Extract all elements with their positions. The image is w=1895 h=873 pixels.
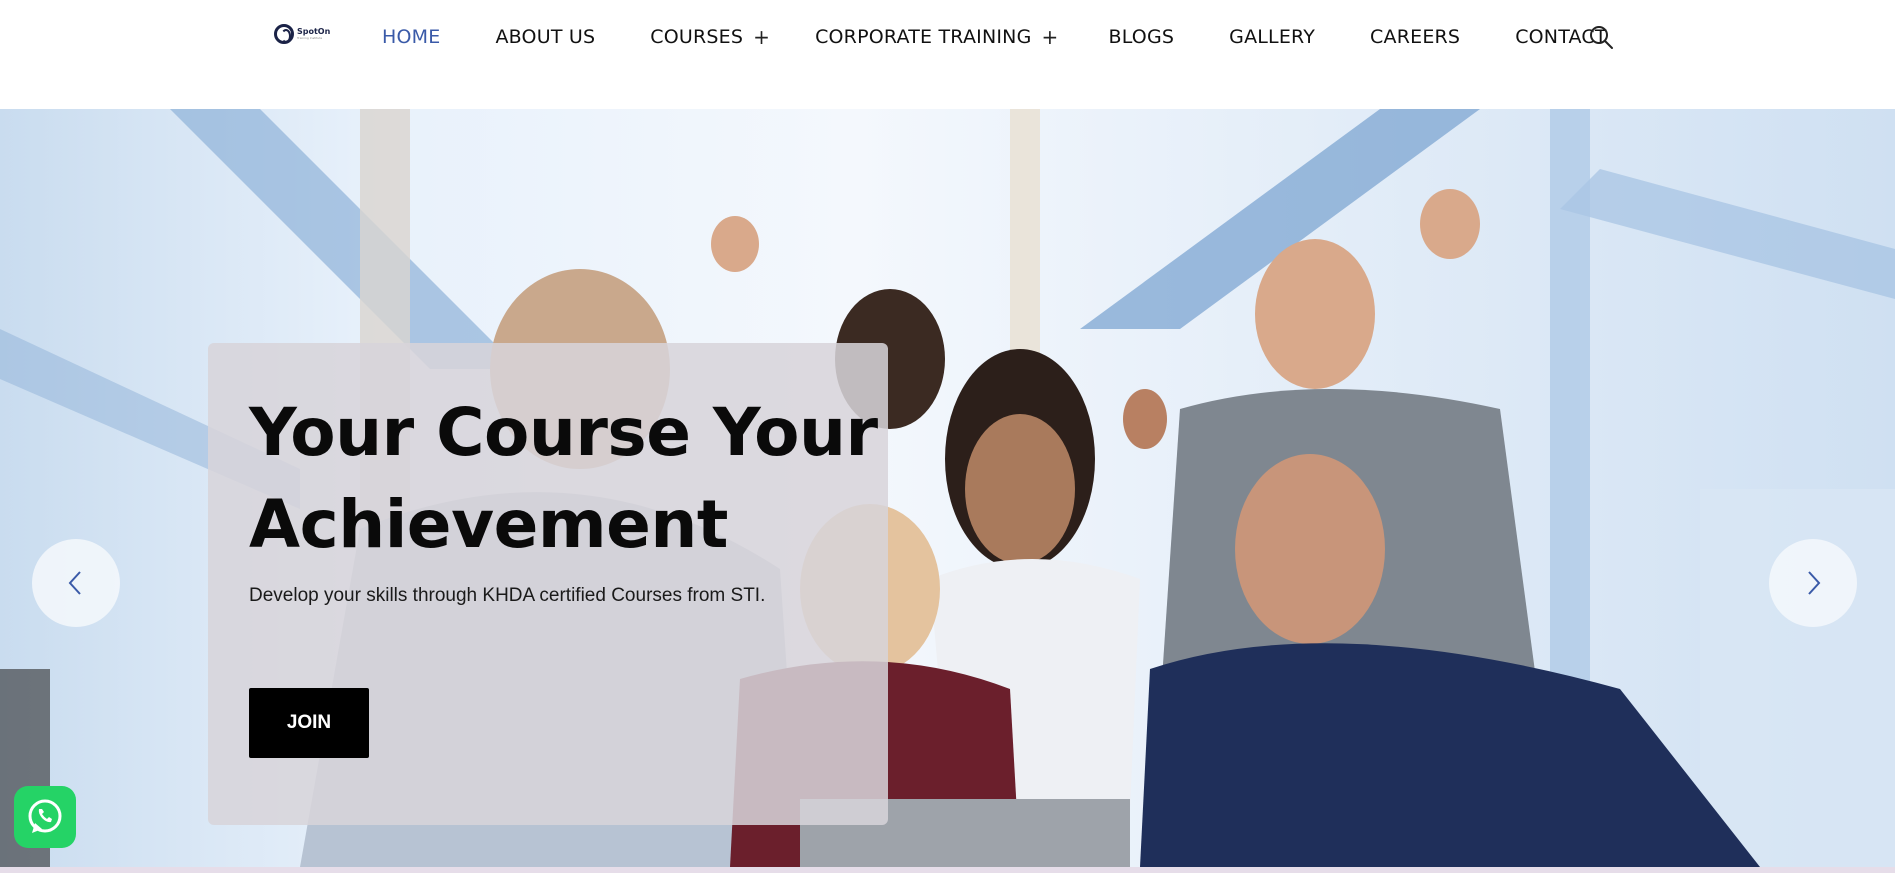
- search-button[interactable]: [1588, 24, 1614, 50]
- whatsapp-chat-button[interactable]: [14, 786, 76, 848]
- search-icon: [1590, 26, 1613, 49]
- submenu-plus-icon[interactable]: +: [1042, 25, 1059, 49]
- hero-caption-card: Your Course Your Achievement Develop you…: [208, 343, 888, 825]
- chevron-left-icon: [68, 571, 81, 595]
- main-nav: HOME ABOUT US COURSES + CORPORATE TRAINI…: [382, 22, 1607, 52]
- site-header: SpotOn Training Institute HOME ABOUT US …: [0, 0, 1895, 109]
- submenu-plus-icon[interactable]: +: [753, 25, 770, 49]
- hero-title-line-1: Your Course Your: [249, 394, 878, 471]
- slider-next-button[interactable]: [1769, 539, 1857, 627]
- nav-label: ABOUT US: [495, 26, 596, 48]
- nav-label: CAREERS: [1370, 26, 1461, 48]
- nav-label: HOME: [382, 26, 441, 48]
- slider-prev-button[interactable]: [32, 539, 120, 627]
- nav-item-about-us[interactable]: ABOUT US: [495, 26, 595, 48]
- page-bottom-strip: [0, 867, 1895, 873]
- nav-label: BLOGS: [1108, 26, 1175, 48]
- nav-item-corporate-training[interactable]: CORPORATE TRAINING +: [815, 25, 1058, 49]
- nav-item-gallery[interactable]: GALLERY: [1229, 26, 1315, 48]
- nav-label: COURSES: [650, 26, 744, 48]
- logo-wordmark: SpotOn Training Institute: [297, 28, 330, 40]
- logo-mark-icon: [274, 24, 294, 44]
- site-logo[interactable]: SpotOn Training Institute: [274, 22, 334, 46]
- nav-item-courses[interactable]: COURSES +: [650, 25, 770, 49]
- nav-item-careers[interactable]: CAREERS: [1370, 26, 1460, 48]
- nav-item-home[interactable]: HOME: [382, 26, 440, 48]
- nav-item-blogs[interactable]: BLOGS: [1108, 26, 1174, 48]
- whatsapp-icon: [28, 799, 62, 833]
- hero-title: Your Course Your Achievement: [249, 387, 889, 571]
- logo-subtext: Training Institute: [297, 36, 323, 40]
- hero-subtitle: Develop your skills through KHDA certifi…: [249, 585, 766, 606]
- join-button[interactable]: JOIN: [249, 688, 369, 758]
- nav-label: CORPORATE TRAINING: [815, 26, 1032, 48]
- nav-label: GALLERY: [1229, 26, 1316, 48]
- logo-text: SpotOn: [297, 27, 331, 36]
- hero-title-line-2: Achievement: [249, 486, 728, 563]
- chevron-right-icon: [1808, 571, 1821, 595]
- hero-slider: Your Course Your Achievement Develop you…: [0, 109, 1895, 867]
